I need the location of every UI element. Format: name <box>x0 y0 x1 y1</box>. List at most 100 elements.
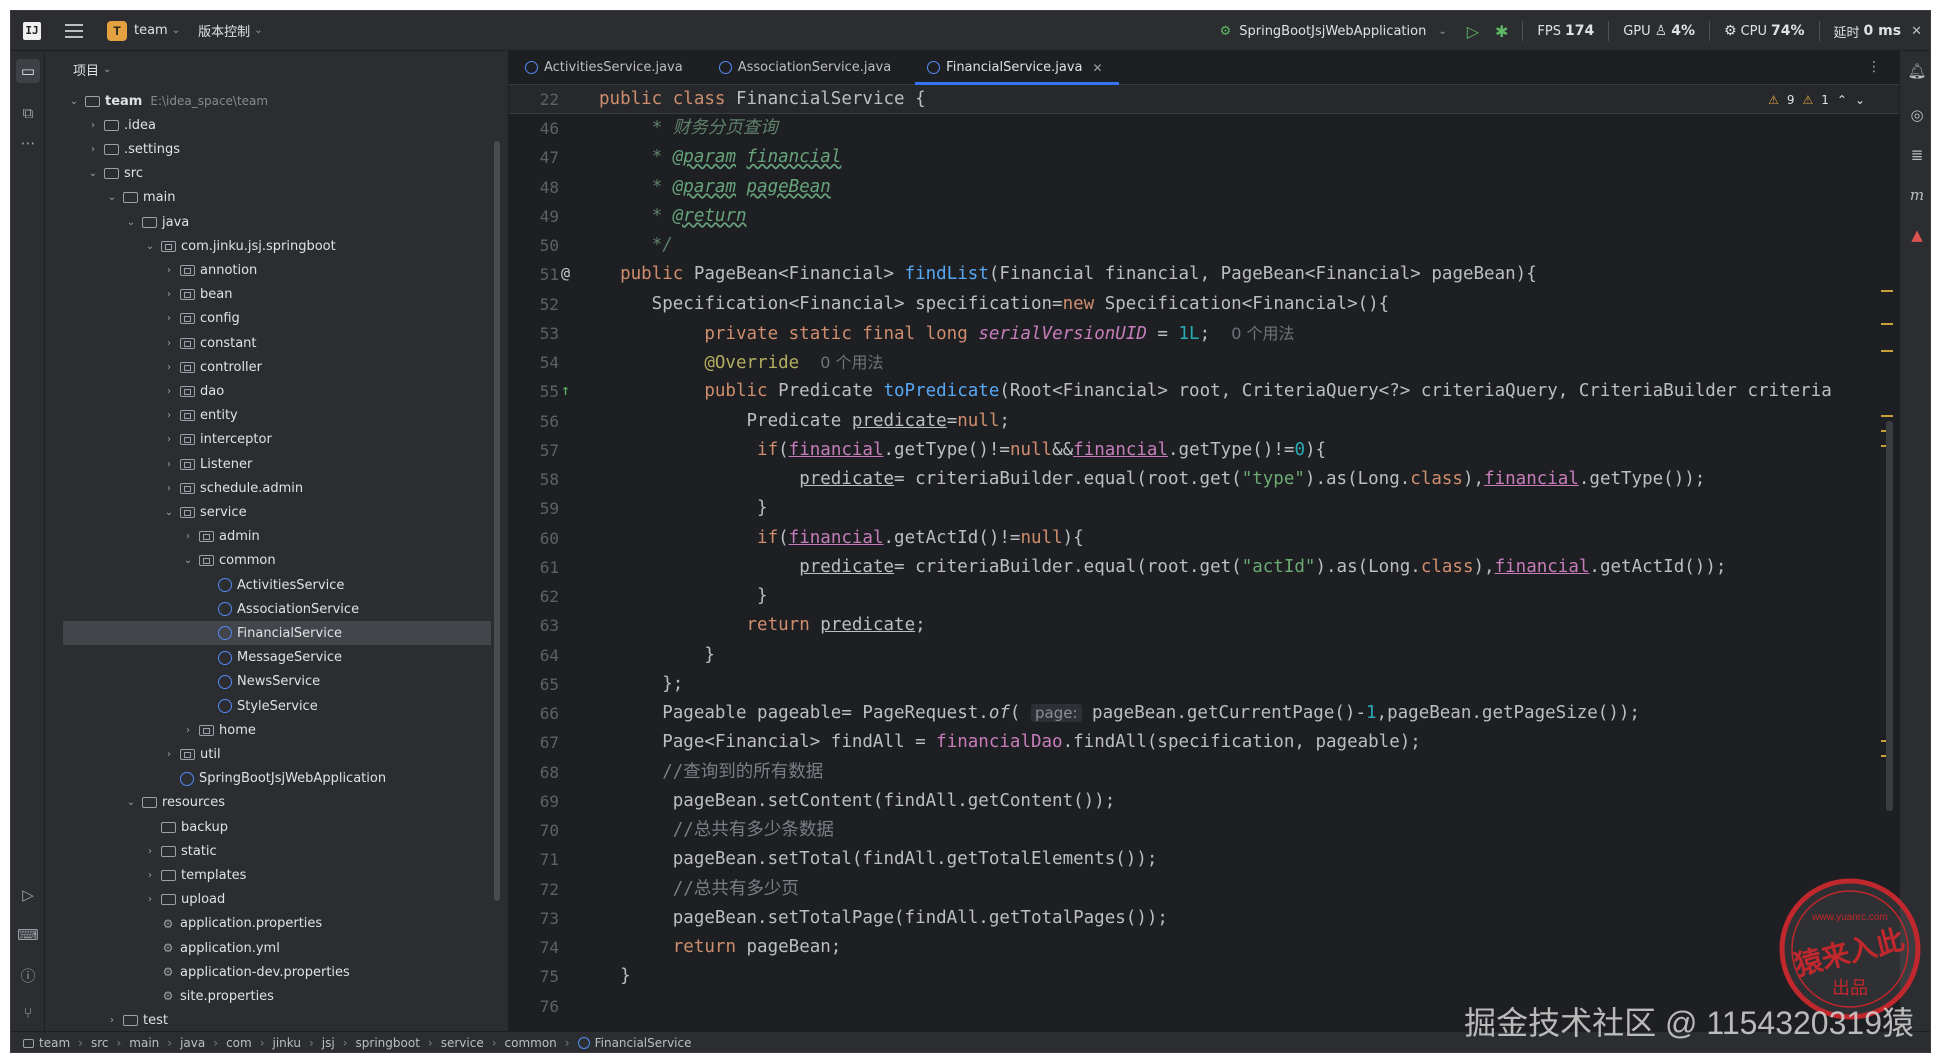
tree-class-item[interactable]: ActivitiesService <box>45 573 495 597</box>
tree-folder-item[interactable]: › static <box>45 839 495 863</box>
breadcrumb-item[interactable]: com <box>226 1036 252 1050</box>
chevron-right-icon[interactable]: › <box>162 313 176 324</box>
code-line[interactable]: if(financial.getActId()!=null){ <box>599 524 1084 553</box>
chevron-right-icon[interactable]: › <box>86 120 100 131</box>
chevron-right-icon[interactable]: › <box>143 846 157 857</box>
breadcrumb-item[interactable]: main <box>129 1036 159 1050</box>
terminal-icon[interactable]: ⌨ <box>16 923 40 947</box>
main-menu-icon[interactable] <box>65 23 83 38</box>
chevron-right-icon[interactable]: › <box>162 749 176 760</box>
code-line[interactable]: pageBean.setTotalPage(findAll.getTotalPa… <box>599 904 1168 933</box>
chevron-down-icon[interactable]: ⌄ <box>86 168 100 179</box>
tree-folder-item[interactable]: › interceptor <box>45 428 495 452</box>
close-tab-icon[interactable]: ✕ <box>1093 61 1103 75</box>
code-line[interactable]: public Predicate toPredicate(Root<Financ… <box>599 377 1831 406</box>
notifications-icon[interactable]: 🔔︎ <box>1905 59 1929 83</box>
chevron-right-icon[interactable]: › <box>143 870 157 881</box>
chevron-right-icon[interactable]: › <box>162 289 176 300</box>
more-icon[interactable]: ⋯ <box>16 131 40 155</box>
close-icon[interactable]: ✕ <box>1911 24 1922 39</box>
project-name[interactable]: team <box>134 23 168 38</box>
code-line[interactable]: private static final long serialVersionU… <box>599 319 1294 348</box>
tree-class-item[interactable]: MessageService <box>45 646 495 670</box>
breadcrumb-item[interactable]: FinancialService <box>595 1036 692 1050</box>
tree-folder-item[interactable]: ⌄ com.jinku.jsj.springboot <box>45 234 495 258</box>
chevron-right-icon[interactable]: › <box>86 144 100 155</box>
tree-folder-item[interactable]: › util <box>45 742 495 766</box>
breadcrumb-item[interactable]: service <box>441 1036 484 1050</box>
code-line[interactable]: return predicate; <box>599 611 926 640</box>
tree-folder-item[interactable]: › bean <box>45 283 495 307</box>
chevron-down-icon[interactable]: ⌄ <box>124 217 138 228</box>
chevron-down-icon[interactable]: ⌄ <box>143 241 157 252</box>
code-line[interactable]: predicate= criteriaBuilder.equal(root.ge… <box>599 553 1726 582</box>
breadcrumb-item[interactable]: jinku <box>273 1036 301 1050</box>
structure-icon[interactable]: ⧉ <box>16 101 40 125</box>
git-icon[interactable]: ⑂ <box>16 1001 40 1025</box>
chevron-right-icon[interactable]: › <box>162 338 176 349</box>
error-stripe-mark[interactable] <box>1881 290 1893 292</box>
chevron-up-icon[interactable]: ⌃ <box>1837 93 1847 107</box>
tree-folder-item[interactable]: ⌄ src <box>45 162 495 186</box>
vcs-menu[interactable]: 版本控制 <box>198 21 250 40</box>
editor-tab[interactable]: AssociationService.java <box>703 51 911 84</box>
chevron-right-icon[interactable]: › <box>162 410 176 421</box>
code-line[interactable]: } <box>599 494 768 523</box>
project-view-selector[interactable]: 项目 <box>73 60 99 79</box>
tree-folder-item[interactable]: ⌄ service <box>45 500 495 524</box>
chevron-right-icon[interactable]: › <box>162 483 176 494</box>
breadcrumb-item[interactable]: src <box>91 1036 109 1050</box>
code-line[interactable]: * @param pageBean <box>599 173 831 202</box>
code-line[interactable]: //总共有多少页 <box>599 875 799 904</box>
code-line[interactable]: } <box>599 641 715 670</box>
tree-folder-item[interactable]: › dao <box>45 379 495 403</box>
breadcrumb-item[interactable]: team <box>39 1036 70 1050</box>
tree-folder-item[interactable]: ⌄ java <box>45 210 495 234</box>
tree-folder-item[interactable]: › .idea <box>45 113 495 137</box>
tree-folder-item[interactable]: › config <box>45 307 495 331</box>
chevron-right-icon[interactable]: › <box>162 265 176 276</box>
tree-config-item[interactable]: ⚙ site.properties <box>45 984 495 1008</box>
tree-config-item[interactable]: ⚙ application.properties <box>45 912 495 936</box>
tree-folder-item[interactable]: › home <box>45 718 495 742</box>
tree-folder-item[interactable]: › test <box>45 1009 495 1031</box>
chevron-down-icon[interactable]: ⌄ <box>124 797 138 808</box>
inspection-widget[interactable]: ⚠ 9 ⚠ 1 ⌃ ⌄ <box>1768 93 1865 107</box>
database-icon[interactable]: ≣ <box>1905 143 1929 167</box>
code-line[interactable]: */ <box>599 231 673 260</box>
code-line[interactable]: * @return <box>599 202 747 231</box>
sticky-header[interactable]: 22 public class FinancialService { <box>509 85 1899 114</box>
code-line[interactable]: } <box>599 582 768 611</box>
tree-folder-item[interactable]: › admin <box>45 525 495 549</box>
tree-folder-item[interactable]: › controller <box>45 355 495 379</box>
editor-tab[interactable]: FinancialService.java ✕ <box>911 51 1122 85</box>
debug-icon[interactable]: ✱ <box>1495 22 1508 41</box>
code-line[interactable]: return pageBean; <box>599 933 842 962</box>
chevron-down-icon[interactable]: ⌄ <box>162 507 176 518</box>
tree-folder-item[interactable]: › entity <box>45 404 495 428</box>
error-stripe-mark[interactable] <box>1881 415 1893 417</box>
run-icon[interactable]: ▷ <box>1467 22 1479 41</box>
tree-folder-item[interactable]: ⌄ main <box>45 186 495 210</box>
tree-folder-item[interactable]: › upload <box>45 888 495 912</box>
code-line[interactable]: pageBean.setContent(findAll.getContent()… <box>599 787 1116 816</box>
tree-folder-item[interactable]: › schedule.admin <box>45 476 495 500</box>
tree-class-item[interactable]: FinancialService <box>63 621 491 646</box>
run-config-selector[interactable]: SpringBootJsjWebApplication <box>1239 24 1426 39</box>
chevron-right-icon[interactable]: › <box>105 1015 119 1026</box>
code-line[interactable]: @Override 0 个用法 <box>599 348 883 377</box>
breadcrumb-item[interactable]: java <box>180 1036 205 1050</box>
tree-config-item[interactable]: ⚙ application.yml <box>45 936 495 960</box>
chevron-down-icon[interactable]: ⌄ <box>105 192 119 203</box>
tree-folder-item[interactable]: › Listener <box>45 452 495 476</box>
code-line[interactable]: Specification<Financial> specification=n… <box>599 290 1390 319</box>
tree-folder-item[interactable]: backup <box>45 815 495 839</box>
code-line[interactable]: } <box>599 962 631 991</box>
tree-scrollbar[interactable] <box>494 141 500 901</box>
tree-folder-item[interactable]: ⌄ team E:\idea_space\team <box>45 89 495 113</box>
chevron-right-icon[interactable]: › <box>162 362 176 373</box>
breadcrumb-item[interactable]: springboot <box>356 1036 420 1050</box>
tabs-more-icon[interactable]: ⋮ <box>1867 59 1881 75</box>
tree-class-item[interactable]: AssociationService <box>45 597 495 621</box>
ai-assistant-icon[interactable]: ◎ <box>1905 103 1929 127</box>
